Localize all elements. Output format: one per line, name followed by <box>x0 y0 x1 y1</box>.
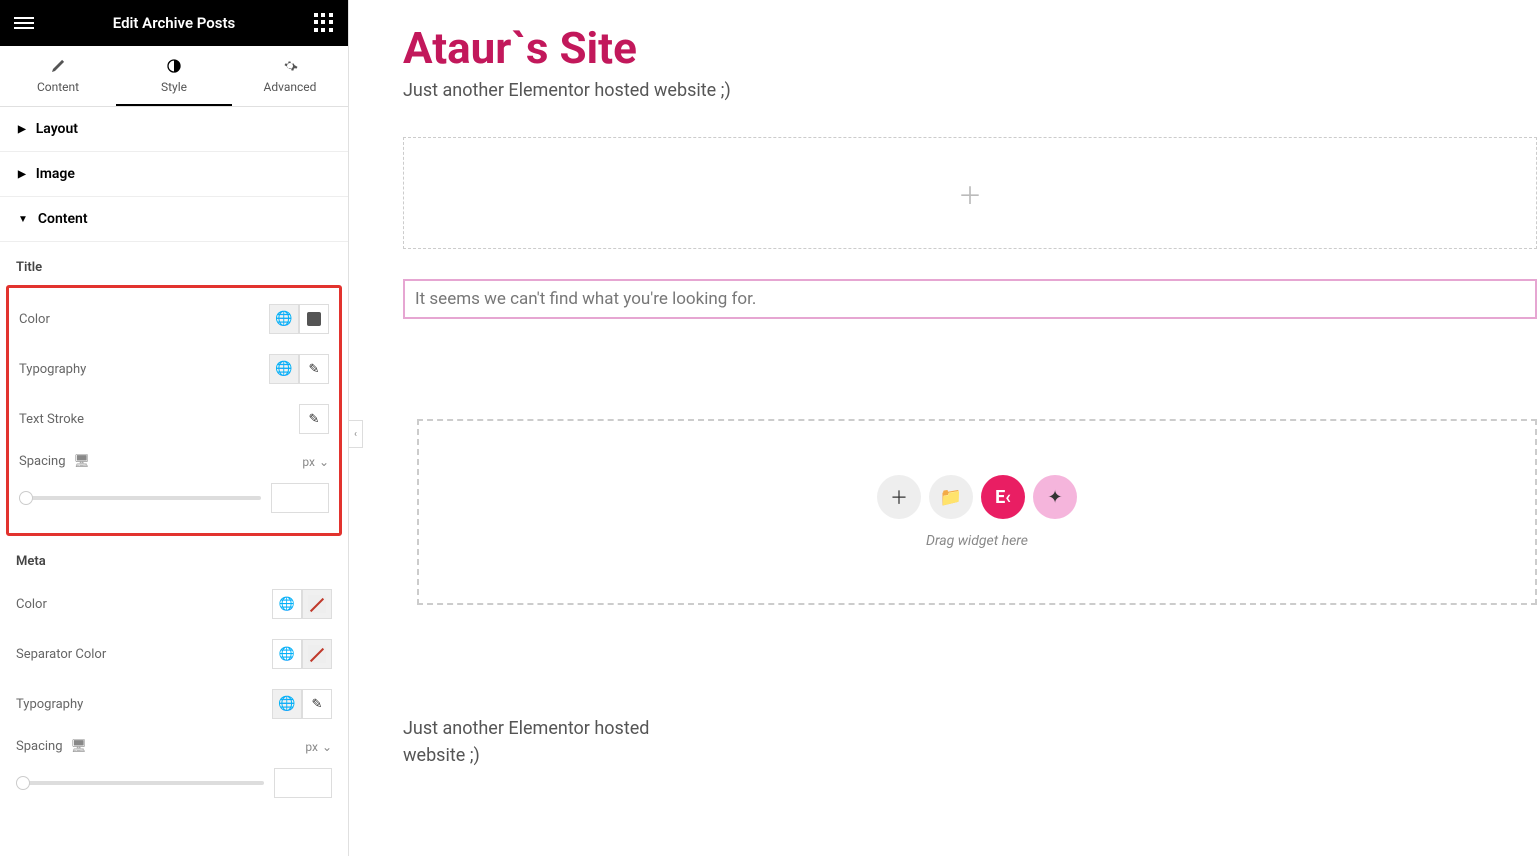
sidebar-topbar: Edit Archive Posts <box>0 0 348 46</box>
gear-icon <box>282 58 298 74</box>
section-content[interactable]: Content <box>0 197 348 242</box>
elementskit-button[interactable]: E‹ <box>981 475 1025 519</box>
meta-typography-global[interactable]: 🌐 <box>272 689 302 719</box>
ai-button[interactable]: ✦ <box>1033 475 1077 519</box>
title-typography-edit[interactable]: ✎ <box>299 354 329 384</box>
title-textstroke-row: Text Stroke ✎ <box>19 394 329 444</box>
sidebar-title: Edit Archive Posts <box>34 14 314 32</box>
pencil-icon <box>50 58 66 74</box>
title-color-label: Color <box>19 312 269 327</box>
tab-style-label: Style <box>161 80 187 94</box>
tab-content-label: Content <box>37 80 79 94</box>
title-color-global[interactable]: 🌐 <box>269 304 299 334</box>
desktop-icon[interactable]: 🖥 <box>74 454 91 469</box>
folder-icon: 📁 <box>940 487 962 508</box>
sparkle-icon: ✦ <box>1047 487 1062 508</box>
title-spacing-input[interactable] <box>271 483 329 513</box>
meta-spacing-unit[interactable]: px ⌄ <box>305 740 332 754</box>
title-spacing-slider[interactable] <box>19 496 261 500</box>
not-found-message[interactable]: It seems we can't find what you're looki… <box>403 279 1537 319</box>
section-image-label: Image <box>36 166 75 182</box>
desktop-icon[interactable]: 🖥 <box>71 739 88 754</box>
meta-sep-global[interactable]: 🌐 <box>272 639 302 669</box>
title-typography-label: Typography <box>19 362 269 377</box>
meta-sep-swatch[interactable] <box>302 639 332 669</box>
plus-icon: ＋ <box>958 176 982 211</box>
tab-style[interactable]: Style <box>116 46 232 106</box>
color-swatch <box>307 312 321 326</box>
title-spacing-row: Spacing🖥 px ⌄ <box>19 444 329 479</box>
section-content-label: Content <box>38 211 88 227</box>
title-spacing-unit[interactable]: px ⌄ <box>302 455 329 469</box>
drop-hint: Drag widget here <box>926 533 1028 549</box>
tab-advanced[interactable]: Advanced <box>232 46 348 106</box>
section-drop-zone[interactable]: ＋ <box>403 137 1537 249</box>
tab-advanced-label: Advanced <box>264 80 317 94</box>
chevron-down-icon: ⌄ <box>322 740 332 754</box>
section-image[interactable]: Image <box>0 152 348 197</box>
section-layout[interactable]: Layout <box>0 107 348 152</box>
meta-color-swatch[interactable] <box>302 589 332 619</box>
section-layout-label: Layout <box>36 121 78 137</box>
meta-color-row: Color 🌐 <box>16 579 332 629</box>
globe-icon: 🌐 <box>275 311 292 327</box>
site-tagline: Just another Elementor hosted website ;) <box>403 80 1537 101</box>
plus-icon: ＋ <box>890 484 908 510</box>
globe-icon: 🌐 <box>279 597 295 612</box>
meta-color-global[interactable]: 🌐 <box>272 589 302 619</box>
pencil-icon: ✎ <box>312 697 323 712</box>
meta-spacing-label: Spacing🖥 <box>16 739 305 754</box>
meta-spacing-row: Spacing🖥 px ⌄ <box>16 729 332 764</box>
globe-icon: 🌐 <box>275 361 292 377</box>
meta-spacing-input[interactable] <box>274 768 332 798</box>
footer-tagline: Just another Elementor hosted website ;) <box>403 715 663 769</box>
contrast-icon <box>166 58 182 74</box>
folder-button[interactable]: 📁 <box>929 475 973 519</box>
title-color-row: Color 🌐 <box>19 294 329 344</box>
title-heading: Title <box>16 242 332 285</box>
title-spacing-slider-row <box>19 479 329 527</box>
meta-separator-color-row: Separator Color 🌐 <box>16 629 332 679</box>
globe-icon: 🌐 <box>278 696 295 712</box>
title-color-swatch[interactable] <box>299 304 329 334</box>
highlighted-title-controls: Color 🌐 Typography 🌐 ✎ Text Stroke <box>6 285 342 536</box>
widget-actions: ＋ 📁 E‹ ✦ <box>877 475 1077 519</box>
globe-icon: 🌐 <box>279 647 295 662</box>
settings-tabs: Content Style Advanced <box>0 46 348 107</box>
no-color-icon <box>308 645 326 663</box>
title-spacing-label: Spacing🖥 <box>19 454 302 469</box>
meta-typography-label: Typography <box>16 697 272 712</box>
preview-canvas: Ataur`s Site Just another Elementor host… <box>349 0 1537 856</box>
ek-icon: E‹ <box>995 487 1011 508</box>
no-color-icon <box>308 595 326 613</box>
editor-sidebar: Edit Archive Posts Content Style Advance… <box>0 0 349 856</box>
widgets-grid-icon[interactable] <box>314 13 334 33</box>
title-textstroke-edit[interactable]: ✎ <box>299 404 329 434</box>
controls-panel: Layout Image Content Title Color 🌐 Typog… <box>0 107 348 856</box>
title-typography-row: Typography 🌐 ✎ <box>19 344 329 394</box>
meta-typography-row: Typography 🌐 ✎ <box>16 679 332 729</box>
meta-separator-color-label: Separator Color <box>16 647 272 662</box>
title-typography-global[interactable]: 🌐 <box>269 354 299 384</box>
title-textstroke-label: Text Stroke <box>19 412 299 427</box>
pencil-icon: ✎ <box>309 362 320 377</box>
meta-spacing-slider-row <box>16 764 332 812</box>
pencil-icon: ✎ <box>309 412 320 427</box>
add-widget-button[interactable]: ＋ <box>877 475 921 519</box>
meta-heading: Meta <box>16 536 332 579</box>
chevron-down-icon: ⌄ <box>319 455 329 469</box>
widget-drop-zone[interactable]: ＋ 📁 E‹ ✦ Drag widget here <box>417 419 1537 605</box>
site-title: Ataur`s Site <box>403 22 1537 74</box>
content-controls: Title Color 🌐 Typography 🌐 ✎ <box>0 242 348 812</box>
meta-color-label: Color <box>16 597 272 612</box>
meta-typography-edit[interactable]: ✎ <box>302 689 332 719</box>
menu-icon[interactable] <box>14 13 34 33</box>
meta-spacing-slider[interactable] <box>16 781 264 785</box>
tab-content[interactable]: Content <box>0 46 116 106</box>
